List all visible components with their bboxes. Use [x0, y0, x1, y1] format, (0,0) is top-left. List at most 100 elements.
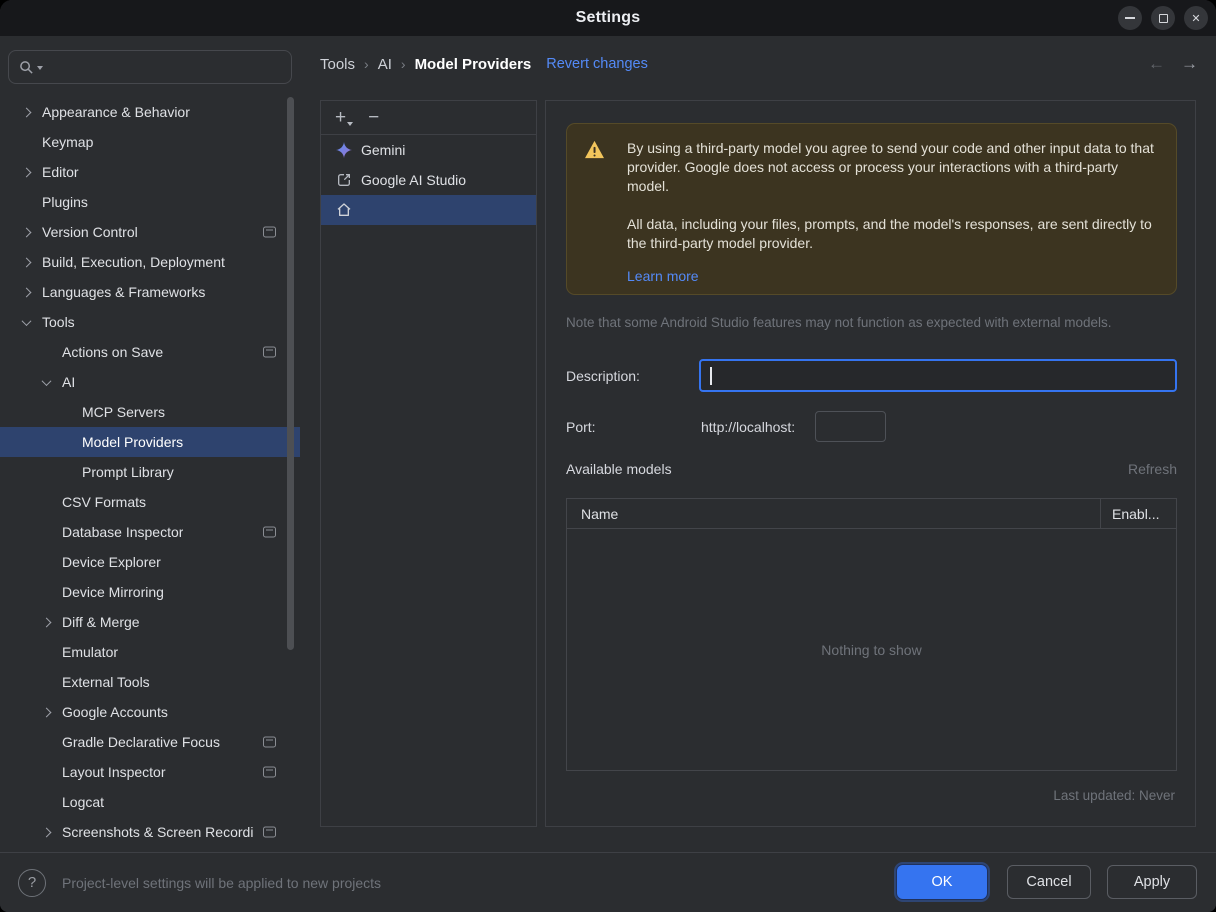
project-level-icon	[263, 826, 276, 838]
provider-label: Google AI Studio	[361, 172, 467, 188]
table-header: Name Enabl...	[567, 499, 1176, 529]
breadcrumb-separator-icon: ›	[400, 56, 406, 72]
revert-changes-link[interactable]: Revert changes	[546, 56, 648, 72]
footer-note: Project-level settings will be applied t…	[62, 874, 382, 891]
refresh-link[interactable]: Refresh	[1128, 461, 1177, 477]
sidebar-item-editor[interactable]: Editor	[0, 157, 300, 187]
add-provider-button[interactable]: +	[335, 108, 354, 127]
chevron-right-icon[interactable]	[18, 259, 34, 266]
provider-item-new[interactable]	[321, 195, 536, 225]
sidebar-item-csv-formats[interactable]: CSV Formats	[0, 487, 300, 517]
cancel-button[interactable]: Cancel	[1007, 865, 1091, 899]
sidebar-item-prompt-library[interactable]: Prompt Library	[0, 457, 300, 487]
sidebar-item-languages-frameworks[interactable]: Languages & Frameworks	[0, 277, 300, 307]
port-input[interactable]	[815, 411, 887, 442]
port-row: Port: http://localhost:	[566, 411, 1177, 442]
remove-provider-button[interactable]: −	[368, 108, 379, 127]
help-icon: ?	[27, 874, 37, 891]
warning-icon	[584, 140, 605, 164]
port-label: Port:	[566, 418, 596, 435]
table-body: Nothing to show	[567, 529, 1176, 771]
apply-button[interactable]: Apply	[1107, 865, 1197, 899]
sidebar-item-logcat[interactable]: Logcat	[0, 787, 300, 817]
sidebar-item-layout-inspector[interactable]: Layout Inspector	[0, 757, 300, 787]
window-controls: ✕	[1118, 6, 1208, 30]
sidebar-item-diff-merge[interactable]: Diff & Merge	[0, 607, 300, 637]
sidebar-item-gradle-declarative-focus[interactable]: Gradle Declarative Focus	[0, 727, 300, 757]
chevron-right-icon[interactable]	[18, 169, 34, 176]
chevron-right-icon[interactable]	[18, 229, 34, 236]
external-models-note: Note that some Android Studio features m…	[566, 315, 1112, 330]
search-input[interactable]	[46, 59, 281, 75]
help-button[interactable]: ?	[18, 868, 46, 897]
sidebar-item-emulator[interactable]: Emulator	[0, 637, 300, 667]
sidebar-item-google-accounts[interactable]: Google Accounts	[0, 697, 300, 727]
forward-arrow-icon[interactable]: →	[1181, 54, 1198, 74]
available-models-table: Name Enabl... Nothing to show	[566, 498, 1177, 771]
search-icon	[20, 60, 33, 74]
back-arrow-icon[interactable]: ←	[1148, 54, 1165, 74]
breadcrumb: Tools › AI › Model Providers Revert chan…	[320, 52, 648, 76]
sidebar-item-tools[interactable]: Tools	[0, 307, 300, 337]
provider-detail-panel: By using a third-party model you agree t…	[545, 100, 1196, 827]
model-providers-panel: + − Gemini Google AI Studio	[320, 100, 537, 827]
window-title: Settings	[575, 9, 641, 26]
last-updated-label: Last updated: Never	[1053, 788, 1175, 803]
search-history-chevron-icon[interactable]	[37, 66, 43, 70]
breadcrumb-tools[interactable]: Tools	[320, 56, 355, 73]
provider-item-gemini[interactable]: Gemini	[321, 135, 536, 165]
minimize-button[interactable]	[1118, 6, 1142, 30]
footer: ? Project-level settings will be applied…	[0, 852, 1216, 912]
sidebar-item-build-execution-deployment[interactable]: Build, Execution, Deployment	[0, 247, 300, 277]
text-caret	[710, 366, 712, 385]
warning-paragraph-1: By using a third-party model you agree t…	[627, 140, 1154, 194]
chevron-down-icon[interactable]	[18, 319, 34, 326]
sidebar-item-actions-on-save[interactable]: Actions on Save	[0, 337, 300, 367]
project-level-icon	[263, 766, 276, 778]
breadcrumb-current: Model Providers	[414, 55, 532, 73]
google-ai-studio-icon	[335, 172, 352, 189]
chevron-right-icon[interactable]	[18, 289, 34, 296]
sidebar-item-appearance-behavior[interactable]: Appearance & Behavior	[0, 97, 300, 127]
ok-button[interactable]: OK	[897, 865, 987, 899]
chevron-right-icon[interactable]	[38, 619, 54, 626]
sidebar-item-model-providers[interactable]: Model Providers	[0, 427, 300, 457]
sidebar-item-ai[interactable]: AI	[0, 367, 300, 397]
chevron-right-icon[interactable]	[38, 829, 54, 836]
third-party-warning-banner: By using a third-party model you agree t…	[566, 123, 1177, 295]
warning-paragraph-2: All data, including your files, prompts,…	[627, 216, 1152, 251]
sidebar-scrollbar[interactable]	[287, 97, 294, 650]
chevron-right-icon[interactable]	[18, 109, 34, 116]
sidebar-item-plugins[interactable]: Plugins	[0, 187, 300, 217]
maximize-icon	[1158, 13, 1168, 23]
chevron-down-icon[interactable]	[38, 379, 54, 386]
sidebar-item-keymap[interactable]: Keymap	[0, 127, 300, 157]
available-models-label: Available models	[566, 461, 672, 477]
close-button[interactable]: ✕	[1184, 6, 1208, 30]
maximize-button[interactable]	[1151, 6, 1175, 30]
settings-search-box[interactable]	[8, 50, 292, 84]
sidebar-item-external-tools[interactable]: External Tools	[0, 667, 300, 697]
sidebar-item-database-inspector[interactable]: Database Inspector	[0, 517, 300, 547]
project-level-icon	[263, 226, 276, 238]
column-header-name[interactable]: Name	[567, 499, 1101, 528]
sidebar-item-device-explorer[interactable]: Device Explorer	[0, 547, 300, 577]
column-header-enabled[interactable]: Enabl...	[1101, 506, 1176, 522]
description-input[interactable]	[699, 359, 1177, 392]
settings-tree: Appearance & Behavior Keymap Editor Plug…	[0, 97, 300, 847]
minimize-icon	[1125, 17, 1135, 19]
chevron-right-icon[interactable]	[38, 709, 54, 716]
project-level-icon	[263, 526, 276, 538]
providers-toolbar: + −	[321, 101, 536, 135]
sidebar-item-mcp-servers[interactable]: MCP Servers	[0, 397, 300, 427]
breadcrumb-ai[interactable]: AI	[378, 56, 392, 73]
provider-label: Gemini	[361, 142, 406, 158]
sidebar-item-device-mirroring[interactable]: Device Mirroring	[0, 577, 300, 607]
sidebar-item-screenshots-screen-recording[interactable]: Screenshots & Screen Recordi	[0, 817, 300, 847]
description-label: Description:	[566, 367, 640, 384]
localhost-prefix: http://localhost:	[701, 418, 796, 435]
breadcrumb-separator-icon: ›	[364, 56, 369, 72]
provider-item-google-ai-studio[interactable]: Google AI Studio	[321, 165, 536, 195]
sidebar-item-version-control[interactable]: Version Control	[0, 217, 300, 247]
learn-more-link[interactable]: Learn more	[627, 267, 699, 286]
